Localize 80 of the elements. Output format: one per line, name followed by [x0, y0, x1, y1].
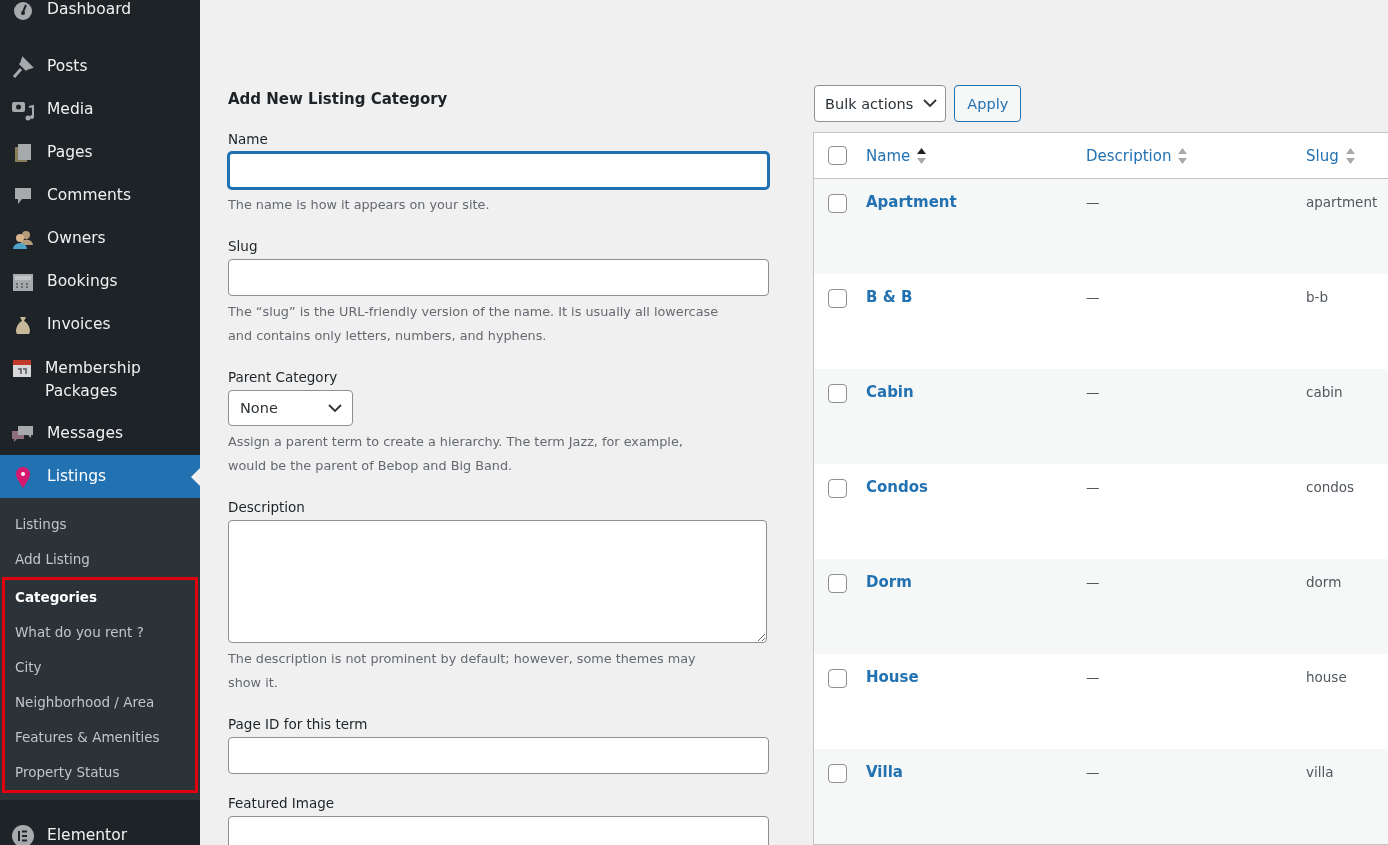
- submenu-item[interactable]: Property Status: [5, 755, 195, 790]
- checkbox[interactable]: [828, 194, 847, 213]
- checkbox[interactable]: [828, 574, 847, 593]
- description-textarea[interactable]: [228, 520, 767, 643]
- text-input-field[interactable]: [228, 737, 769, 774]
- parent-category-select[interactable]: None: [228, 390, 353, 426]
- sidebar-menu-item[interactable]: Membership Packages: [0, 346, 200, 412]
- apply-button[interactable]: Apply: [954, 85, 1022, 122]
- checkbox[interactable]: [828, 669, 847, 688]
- category-name-link[interactable]: B & B: [866, 288, 913, 306]
- checkbox[interactable]: [828, 384, 847, 403]
- text-input-field[interactable]: [228, 152, 769, 189]
- description-cell: —: [1086, 764, 1100, 780]
- slug-cell: house: [1306, 669, 1347, 685]
- map-pin-icon: [13, 464, 33, 489]
- submenu-item[interactable]: What do you rent ?: [5, 615, 195, 650]
- description-cell: —: [1086, 384, 1100, 400]
- description-cell: —: [1086, 669, 1100, 685]
- category-name-link[interactable]: House: [866, 668, 919, 686]
- sidebar-menu-item[interactable]: Messages: [0, 412, 200, 455]
- checkbox[interactable]: [828, 764, 847, 783]
- column-header-link[interactable]: Slug: [1306, 145, 1388, 166]
- checkbox[interactable]: [828, 479, 847, 498]
- submenu-item[interactable]: Listings: [0, 507, 200, 542]
- field-label: Featured Image: [228, 794, 336, 813]
- category-name-link[interactable]: Apartment: [866, 193, 957, 211]
- help-text: Assign a parent term to create a hierarchy. The term Jazz, for example, would be the parent of Bebop and Big Band.: [228, 433, 684, 475]
- help-text: The “slug” is the URL-friendly version of the name. It is usually all lowercase and contains only letters, numbers, and hyphens.: [228, 303, 720, 345]
- help-text: The name is how it appears on your site.: [228, 196, 491, 214]
- text-input-field[interactable]: [228, 259, 769, 296]
- sidebar-menu-item[interactable]: Invoices: [0, 303, 200, 346]
- field-label: Parent Category: [228, 368, 339, 387]
- field-label: Description: [228, 498, 306, 517]
- pushpin-icon: [12, 55, 34, 78]
- category-name-link[interactable]: Villa: [866, 763, 903, 781]
- sort-arrows-icon: [1344, 145, 1356, 166]
- category-name-link[interactable]: Dorm: [866, 573, 912, 591]
- submenu-item[interactable]: Features & Amenities: [5, 720, 195, 755]
- chevron-down-icon: [923, 99, 938, 108]
- sidebar-menu-item[interactable]: Owners: [0, 217, 200, 260]
- submenu-item[interactable]: Categories: [5, 580, 195, 615]
- description-cell: —: [1086, 479, 1100, 495]
- category-name-link[interactable]: Cabin: [866, 383, 914, 401]
- sidebar-menu-item[interactable]: Elementor: [0, 814, 200, 845]
- pages-stack-icon: [12, 141, 34, 164]
- column-header-link[interactable]: Name: [866, 145, 1086, 166]
- checkbox[interactable]: [828, 146, 847, 165]
- slug-cell: dorm: [1306, 574, 1342, 590]
- column-header-link[interactable]: Description: [1086, 145, 1306, 166]
- sort-arrows-icon: [916, 145, 928, 166]
- sidebar-menu-item[interactable]: Bookings: [0, 260, 200, 303]
- sidebar-menu-item[interactable]: Posts: [0, 45, 200, 88]
- help-text: The description is not prominent by default; however, some themes may show it.: [228, 650, 697, 692]
- calendar-icon: [11, 357, 33, 379]
- form-title: Add New Listing Category: [228, 89, 449, 110]
- checkbox[interactable]: [828, 289, 847, 308]
- sidebar-menu-item[interactable]: Pages: [0, 131, 200, 174]
- sidebar-menu-item[interactable]: Listings: [0, 455, 200, 498]
- text-input-field[interactable]: [228, 816, 769, 845]
- slug-cell: b-b: [1306, 289, 1328, 305]
- slug-cell: villa: [1306, 764, 1334, 780]
- sidebar-menu-item[interactable]: Dashboard: [0, 0, 200, 31]
- description-cell: —: [1086, 289, 1100, 305]
- submenu-item[interactable]: Neighborhood / Area: [5, 685, 195, 720]
- description-cell: —: [1086, 574, 1100, 590]
- sidebar-menu-item[interactable]: Media: [0, 88, 200, 131]
- sort-arrows-icon: [1177, 145, 1189, 166]
- field-label: Slug: [228, 237, 259, 256]
- sidebar-menu-item[interactable]: Comments: [0, 174, 200, 217]
- slug-cell: apartment: [1306, 194, 1378, 210]
- submenu-item[interactable]: Add Listing: [0, 542, 200, 577]
- slug-cell: cabin: [1306, 384, 1343, 400]
- bulk-actions-select[interactable]: Bulk actions: [814, 85, 947, 122]
- field-label: Name: [228, 130, 269, 149]
- category-name-link[interactable]: Condos: [866, 478, 928, 496]
- submenu-item[interactable]: City: [5, 650, 195, 685]
- description-cell: —: [1086, 194, 1100, 210]
- slug-cell: condos: [1306, 479, 1355, 495]
- chevron-down-icon: [328, 403, 342, 413]
- field-label: Page ID for this term: [228, 715, 369, 734]
